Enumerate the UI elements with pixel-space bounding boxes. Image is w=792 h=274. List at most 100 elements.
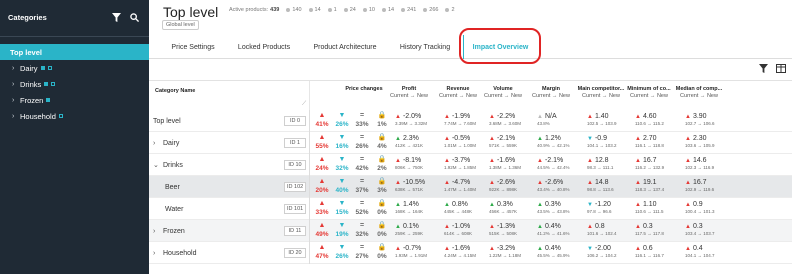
category-name-cell[interactable]: › Dairy [153,132,179,154]
metric-current-new: 1.92M → 1.85M [444,165,477,170]
chevron-right-icon[interactable]: › [12,81,20,88]
metric-change-value: 0.8% [451,201,468,208]
metric-column-header[interactable]: Margin Current → New [527,86,575,99]
category-name-cell[interactable]: › Frozen [153,220,185,242]
sidebar-item-top-level[interactable]: Top level [0,44,149,60]
metric-cell: ▼ -0.9 104.1 → 103.2 [587,135,617,153]
metric-change-value: -1.0% [451,223,471,230]
stat-dot-icon [423,8,428,12]
active-products-stat: Active products: 439 [229,7,279,13]
table-row[interactable]: › Frozen ID 11 ▲ 49% ▼ 19% = 32% 🔒 0% ▲ 0.1% 259K → 2… [149,220,792,242]
equal-icon: = [359,112,365,119]
metric-column-header[interactable]: Revenue Current → New [434,86,482,99]
price-change-value: 32% [355,231,369,238]
category-name-cell[interactable]: › Household [153,242,196,264]
tab-product-architecture[interactable]: Product Architecture [305,35,385,59]
chevron-right-icon[interactable]: › [153,140,163,147]
sidebar-item-drinks[interactable]: › Drinks [0,76,149,92]
lock-icon: 🔒 [377,112,387,119]
category-name-cell[interactable]: Water [165,198,183,220]
table-row[interactable]: ⌄ Drinks ID 10 ▲ 24% ▼ 32% = 42% 🔒 2% ▲ -8.1% 806K → … [149,154,792,176]
equal-icon: = [359,178,365,185]
arrow-down-icon: ▼ [338,178,346,185]
sidebar-item-dairy[interactable]: › Dairy [0,60,149,76]
triangle-up-icon: ▲ [537,157,543,164]
metric-cell: ▲ 19.1 118.3 → 137.4 [635,179,664,197]
metric-column-header[interactable]: Median of comp... Current → New [675,86,723,99]
tab-history-tracking[interactable]: History Tracking [393,35,457,59]
arrow-down-icon: ▼ [338,222,346,229]
search-icon[interactable] [127,10,141,24]
metric-current-new: 101.6 → 102.4 [587,231,617,236]
price-change-cell: ▼ 26% [332,242,352,264]
level-badge: Global level [162,20,199,30]
metric-current-new: 445K → 448K [444,209,473,214]
table-row[interactable]: Top level ID 0 ▲ 41% ▼ 26% = 33% 🔒 1% ▲ -2.0% 3.39M … [149,110,792,132]
metric-column-header[interactable]: Profit Current → New [385,86,433,99]
chevron-right-icon[interactable]: › [12,113,20,120]
lock-icon: 🔒 [377,134,387,141]
category-name-header[interactable]: Category Name [155,88,195,94]
metric-cell: ▲ -1.0% 614K → 608K [444,223,472,241]
metric-current-new: 515K → 508K [489,231,518,236]
tab-price-settings[interactable]: Price Settings [163,35,223,59]
metric-change-value: -0.5% [451,135,471,142]
category-name: Drinks [163,161,183,169]
sidebar-item-household[interactable]: › Household [0,108,149,124]
table-row[interactable]: Beer ID 102 ▲ 20% ▼ 40% = 37% 🔒 3% ▲ -10.5% 638K → 5… [149,176,792,198]
chevron-right-icon[interactable]: › [153,228,163,235]
header-stat-value: 24 [349,7,356,13]
filter-icon[interactable] [758,63,768,73]
resize-handle-icon[interactable]: ⟋ [302,101,306,108]
triangle-up-icon: ▲ [395,179,401,186]
category-name-cell[interactable]: Beer [165,176,180,198]
metric-change: ▲ -1.6% [489,157,521,164]
price-change-cell: 🔒 0% [372,220,392,242]
price-change-value: 15% [335,209,349,216]
table-row[interactable]: Water ID 101 ▲ 33% ▼ 15% = 52% 🔒 0% ▲ 1.4% 168K → 16… [149,198,792,220]
metric-change-value: 16.7 [692,179,707,186]
metric-cell: ▲ -1.3% 515K → 508K [489,223,517,241]
price-change-cell: ▲ 20% [312,176,332,198]
metric-current-new: 614K → 608K [444,231,473,236]
metric-current-new: 118.3 → 137.4 [635,187,665,192]
price-change-cell: 🔒 4% [372,132,392,154]
price-change-value: 16% [335,143,349,150]
metric-column-header[interactable]: Volume Current → New [479,86,527,99]
category-id-badge: ID 11 [284,226,306,236]
filter-icon[interactable] [109,10,123,24]
sidebar-item-frozen[interactable]: › Frozen [0,92,149,108]
price-change-cell: 🔒 1% [372,110,392,132]
price-change-value: 26% [355,143,369,150]
metric-cell: ▼ -2.00 106.2 → 104.2 [587,245,617,263]
category-name-cell[interactable]: Top level [153,110,181,132]
tab-locked-products[interactable]: Locked Products [229,35,299,59]
sidebar-header: Categories [0,0,149,34]
metric-column-header[interactable]: Minimum of co... Current → New [625,86,673,99]
chevron-down-icon[interactable]: ⌄ [153,161,163,169]
columns-icon[interactable] [776,63,786,73]
category-name-cell[interactable]: ⌄ Drinks [153,154,183,176]
metric-cell: ▲ -2.2% 3.68M → 3.60M [489,113,521,131]
metric-change-value: 0.6 [642,245,653,252]
header-stat: 1 [327,7,337,13]
metric-current-new: 98.3 → 111.1 [587,165,614,170]
metric-change-value: 19.1 [642,179,657,186]
lock-icon: 🔒 [377,156,387,163]
column-divider [309,132,310,154]
metric-change: ▲ 2.3% [395,135,423,142]
sidebar-divider [0,36,149,37]
triangle-up-icon: ▲ [489,135,495,142]
table-row[interactable]: › Dairy ID 1 ▲ 55% ▼ 16% = 26% 🔒 4% ▲ 2.3% 412K → 421… [149,132,792,154]
chevron-right-icon[interactable]: › [153,250,163,257]
metric-change-value: 0.8 [594,223,605,230]
price-change-value: 32% [335,165,349,172]
chevron-right-icon[interactable]: › [12,65,20,72]
triangle-up-icon: ▲ [635,113,641,120]
metric-change: ▲ -1.3% [489,223,517,230]
table-row[interactable]: › Household ID 20 ▲ 47% ▼ 26% = 27% 🔒 0% ▲ -0.7% 1.93… [149,242,792,264]
chevron-right-icon[interactable]: › [12,97,20,104]
metric-change: ▲ 16.7 [635,157,664,164]
metric-column-header[interactable]: Main competitor... Current → New [577,86,625,99]
metric-column-title: Main competitor... [577,86,625,92]
